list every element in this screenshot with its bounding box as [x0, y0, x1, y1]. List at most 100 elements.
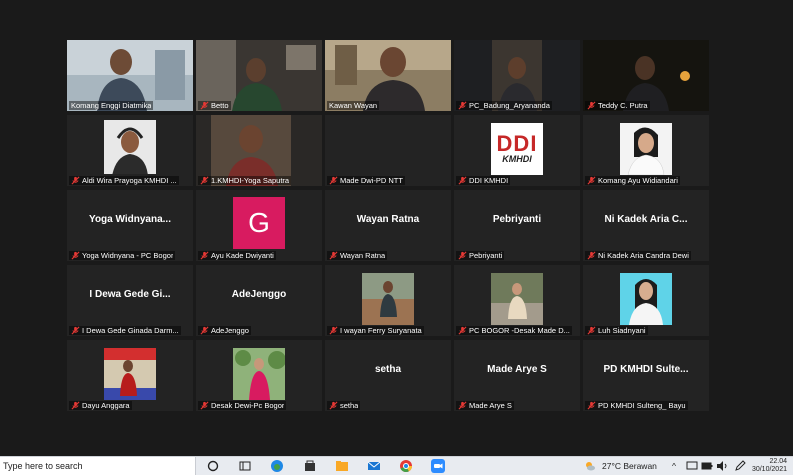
participant-name-label: AdeJenggo: [198, 326, 251, 335]
participant-name: Ni Kadek Aria Candra Dewi: [598, 251, 689, 260]
participant-video: [362, 273, 414, 325]
volume-icon[interactable]: [716, 460, 728, 472]
participant-display-name: Pebriyanti: [492, 214, 542, 225]
participant-name-label: Komang Enggi Diatmika: [69, 101, 154, 110]
participant-name: PD KMHDI Sulteng_ Bayu: [598, 401, 686, 410]
participant-tile[interactable]: PC BOGOR -Desak Made D...: [454, 265, 580, 336]
file-explorer-icon[interactable]: [335, 459, 349, 473]
participant-tile[interactable]: Desak Dewi-Pc Bogor: [196, 340, 322, 411]
participant-name: Kawan Wayan: [329, 101, 378, 110]
cortana-icon[interactable]: [206, 459, 220, 473]
participant-tile[interactable]: Komang Enggi Diatmika: [67, 40, 193, 111]
tray-expand-icon[interactable]: ^: [672, 457, 676, 475]
participant-tile[interactable]: Kawan Wayan: [325, 40, 451, 111]
weather-icon[interactable]: [584, 460, 596, 472]
participant-tile[interactable]: Teddy C. Putra: [583, 40, 709, 111]
taskbar: Type here to search 27°C Berawan ^ 22.04…: [0, 456, 793, 475]
participant-name-label: Teddy C. Putra: [585, 101, 650, 110]
participant-name: Ayu Kade Dwiyanti: [211, 251, 274, 260]
participant-tile[interactable]: 1.KMHDI-Yoga Saputra: [196, 115, 322, 186]
participant-tile[interactable]: PC_Badung_Aryananda: [454, 40, 580, 111]
participant-tile[interactable]: Made Dwi-PD NTT: [325, 115, 451, 186]
participant-name-label: Kawan Wayan: [327, 101, 380, 110]
participant-display-name: Yoga Widnyana...: [89, 214, 171, 225]
participant-display-name: PD KMHDI Sulte...: [603, 364, 689, 375]
store-icon[interactable]: [303, 459, 317, 473]
participant-name-label: Komang Ayu Widiandari: [585, 176, 680, 185]
chrome-icon[interactable]: [399, 459, 413, 473]
weather-text[interactable]: 27°C Berawan: [602, 457, 657, 475]
participant-tile[interactable]: I wayan Ferry Suryanata: [325, 265, 451, 336]
participant-avatar: G: [233, 197, 285, 249]
participant-tile[interactable]: Dayu Anggara: [67, 340, 193, 411]
participant-name-label: Aldi Wira Prayoga KMHDI ...: [69, 176, 179, 185]
participant-name-label: I wayan Ferry Suryanata: [327, 326, 424, 335]
participant-name: Komang Ayu Widiandari: [598, 176, 678, 185]
task-view-icon[interactable]: [238, 459, 252, 473]
participant-name: Wayan Ratna: [340, 251, 386, 260]
ddi-logo-text: DDI: [496, 131, 538, 156]
edge-browser-icon[interactable]: [270, 459, 284, 473]
participant-name: Betto: [211, 101, 229, 110]
participant-name-label: setha: [327, 401, 361, 410]
participant-name-label: Desak Dewi-Pc Bogor: [198, 401, 287, 410]
muted-mic-icon: [200, 401, 209, 410]
participant-tile[interactable]: Pebriyanti Pebriyanti: [454, 190, 580, 261]
participant-name-label: PC BOGOR -Desak Made D...: [456, 326, 572, 335]
muted-mic-icon: [458, 251, 467, 260]
participant-tile[interactable]: Aldi Wira Prayoga KMHDI ...: [67, 115, 193, 186]
participant-name-label: Pebriyanti: [456, 251, 505, 260]
participant-name: AdeJenggo: [211, 326, 249, 335]
participant-tile[interactable]: Ni Kadek Aria C... Ni Kadek Aria Candra …: [583, 190, 709, 261]
participant-tile[interactable]: Betto: [196, 40, 322, 111]
muted-mic-icon: [587, 401, 596, 410]
participant-name: Luh Siadnyani: [598, 326, 646, 335]
clock-time: 22.04: [769, 458, 787, 465]
muted-mic-icon: [458, 401, 467, 410]
muted-mic-icon: [200, 326, 209, 335]
participant-tile[interactable]: I Dewa Gede Gi... I Dewa Gede Ginada Dar…: [67, 265, 193, 336]
ddi-logo-subtext: KMHDI: [502, 154, 532, 164]
participant-tile[interactable]: Wayan Ratna Wayan Ratna: [325, 190, 451, 261]
participant-tile[interactable]: G Ayu Kade Dwiyanti: [196, 190, 322, 261]
participant-name: I wayan Ferry Suryanata: [340, 326, 422, 335]
participant-name-label: I Dewa Gede Ginada Darm...: [69, 326, 181, 335]
participant-tile[interactable]: Luh Siadnyani: [583, 265, 709, 336]
muted-mic-icon: [587, 326, 596, 335]
participant-tile[interactable]: Yoga Widnyana... Yoga Widnyana - PC Bogo…: [67, 190, 193, 261]
taskbar-search-input[interactable]: Type here to search: [0, 457, 196, 475]
muted-mic-icon: [587, 176, 596, 185]
zoom-app-icon[interactable]: [431, 459, 445, 473]
muted-mic-icon: [71, 326, 80, 335]
muted-mic-icon: [329, 401, 338, 410]
participant-display-name: Made Arye S: [487, 364, 547, 375]
meeting-window: Komang Enggi Diatmika Betto Kawan Wayan …: [0, 0, 793, 456]
muted-mic-icon: [458, 101, 467, 110]
battery-icon[interactable]: [701, 460, 713, 472]
participant-grid: Komang Enggi Diatmika Betto Kawan Wayan …: [67, 40, 709, 411]
participant-name-label: PD KMHDI Sulteng_ Bayu: [585, 401, 688, 410]
participant-name-label: Luh Siadnyani: [585, 326, 648, 335]
participant-tile[interactable]: PD KMHDI Sulte... PD KMHDI Sulteng_ Bayu: [583, 340, 709, 411]
system-clock[interactable]: 22.04 30/10/2021: [752, 457, 787, 474]
participant-name: Yoga Widnyana - PC Bogor: [82, 251, 174, 260]
participant-tile[interactable]: setha setha: [325, 340, 451, 411]
participant-tile[interactable]: Made Arye S Made Arye S: [454, 340, 580, 411]
participant-tile[interactable]: Komang Ayu Widiandari: [583, 115, 709, 186]
pen-icon[interactable]: [734, 460, 746, 472]
participant-name-label: Dayu Anggara: [69, 401, 132, 410]
participant-name: Komang Enggi Diatmika: [71, 101, 152, 110]
participant-video: [620, 273, 672, 325]
participant-name-label: Betto: [198, 101, 231, 110]
participant-video: [104, 348, 156, 400]
participant-tile[interactable]: DDI KMHDI DDI KMHDI: [454, 115, 580, 186]
muted-mic-icon: [329, 176, 338, 185]
participant-name: DDI KMHDI: [469, 176, 509, 185]
ddi-logo: DDI KMHDI: [491, 123, 543, 175]
participant-tile[interactable]: AdeJenggo AdeJenggo: [196, 265, 322, 336]
clock-date: 30/10/2021: [751, 466, 787, 473]
mail-icon[interactable]: [367, 459, 381, 473]
participant-name: Desak Dewi-Pc Bogor: [211, 401, 285, 410]
network-icon[interactable]: [686, 460, 698, 472]
participant-name: Dayu Anggara: [82, 401, 130, 410]
